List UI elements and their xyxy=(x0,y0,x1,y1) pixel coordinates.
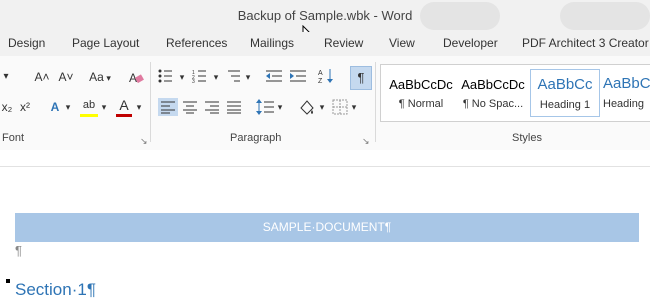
style-sample: AaBbC xyxy=(603,75,650,92)
empty-paragraph-mark[interactable]: ¶ xyxy=(15,243,22,258)
svg-text:3: 3 xyxy=(192,79,195,83)
font-group-label: Font xyxy=(2,132,25,144)
multilevel-list-icon[interactable] xyxy=(226,69,246,83)
increase-indent-icon[interactable] xyxy=(290,69,308,83)
borders-icon[interactable] xyxy=(332,99,348,115)
tab-page-layout[interactable]: Page Layout xyxy=(72,36,139,50)
styles-gallery: AaBbCcDc ¶ Normal AaBbCcDc ¶ No Spac... … xyxy=(380,64,650,122)
style-heading-2[interactable]: AaBbC Heading xyxy=(603,69,650,115)
tab-design[interactable]: Design xyxy=(8,36,45,50)
shrink-font-button[interactable]: A˅ xyxy=(56,68,76,86)
group-separator xyxy=(150,62,151,142)
text-effects-button[interactable]: A xyxy=(48,98,62,116)
font-color-button[interactable]: A xyxy=(116,96,132,114)
style-no-spacing[interactable]: AaBbCcDc ¶ No Spac... xyxy=(459,69,527,115)
clear-formatting-icon[interactable]: A xyxy=(128,70,144,86)
dropdown-arrow-icon[interactable]: ▾ xyxy=(64,98,72,116)
dropdown-arrow-icon: ▾ xyxy=(103,73,111,83)
grow-font-button[interactable]: A˄ xyxy=(32,68,52,86)
change-case-label: Aa xyxy=(89,70,104,84)
svg-text:A: A xyxy=(318,70,323,77)
section-heading[interactable]: Section·1¶ xyxy=(15,280,96,300)
decrease-indent-icon[interactable] xyxy=(266,69,284,83)
style-name: ¶ Normal xyxy=(398,98,444,110)
paragraph-dialog-launcher-icon[interactable]: ↘ xyxy=(362,136,370,147)
dropdown-arrow-icon[interactable]: ▾ xyxy=(178,68,186,86)
ribbon-tabs: Design Page Layout References Mailings R… xyxy=(0,32,650,56)
dropdown-arrow-icon[interactable]: ▾ xyxy=(212,68,220,86)
align-right-icon[interactable] xyxy=(202,98,222,116)
tab-mailings[interactable]: Mailings xyxy=(250,36,294,50)
dropdown-arrow-icon[interactable]: ▾ xyxy=(100,98,108,116)
superscript-button[interactable]: x² xyxy=(18,98,32,116)
line-spacing-icon[interactable] xyxy=(256,98,276,116)
style-sample: AaBbCcDc xyxy=(389,77,453,92)
subscript-button[interactable]: x₂ xyxy=(0,98,14,116)
style-name: ¶ No Spac... xyxy=(462,98,524,110)
tab-references[interactable]: References xyxy=(166,36,227,50)
paragraph-group-label: Paragraph xyxy=(230,132,282,144)
style-normal[interactable]: AaBbCcDc ¶ Normal xyxy=(387,69,455,115)
window-title: Backup of Sample.wbk - Word xyxy=(237,8,413,23)
title-bar: Backup of Sample.wbk - Word xyxy=(0,0,650,42)
align-center-icon[interactable] xyxy=(180,98,200,116)
style-sample: AaBbCcDc xyxy=(461,77,525,92)
numbering-icon[interactable]: 1 2 3 xyxy=(192,69,212,83)
sort-icon[interactable]: A Z xyxy=(318,68,336,84)
dropdown-arrow-icon[interactable]: ▾ xyxy=(350,98,358,116)
ribbon: ▾ A˄ A˅ Aa ▾ A x₂ x² A ▾ ab ▾ A ▾ Font ↘… xyxy=(0,56,650,151)
font-size-dropdown-icon[interactable]: ▾ xyxy=(0,68,12,86)
bullets-icon[interactable] xyxy=(158,69,178,83)
style-heading-1[interactable]: AaBbCc Heading 1 xyxy=(530,69,600,117)
group-separator xyxy=(375,62,376,142)
show-formatting-marks-button[interactable]: ¶ xyxy=(350,66,372,90)
font-color-bar xyxy=(116,114,132,117)
tab-view[interactable]: View xyxy=(389,36,415,50)
justify-icon[interactable] xyxy=(224,98,244,116)
dropdown-arrow-icon[interactable]: ▾ xyxy=(276,98,284,116)
dropdown-arrow-icon[interactable]: ▾ xyxy=(318,98,326,116)
tab-developer[interactable]: Developer xyxy=(443,36,498,50)
highlight-color-bar xyxy=(80,114,98,117)
change-case-button[interactable]: Aa ▾ xyxy=(84,68,116,86)
tab-review[interactable]: Review xyxy=(324,36,363,50)
style-name: Heading 1 xyxy=(539,99,591,111)
document-page[interactable]: SAMPLE·DOCUMENT¶ ¶ Section·1¶ xyxy=(0,167,650,300)
dropdown-arrow-icon[interactable]: ▾ xyxy=(135,98,143,116)
paragraph-marker-icon xyxy=(6,279,10,283)
style-sample: AaBbCc xyxy=(537,76,593,93)
dropdown-arrow-icon[interactable]: ▾ xyxy=(244,68,252,86)
align-left-icon[interactable] xyxy=(158,98,178,116)
document-title-banner[interactable]: SAMPLE·DOCUMENT¶ xyxy=(15,213,639,242)
font-dialog-launcher-icon[interactable]: ↘ xyxy=(140,136,148,147)
styles-group-label: Styles xyxy=(512,132,542,144)
tab-pdf-architect[interactable]: PDF Architect 3 Creator xyxy=(522,36,649,50)
style-name: Heading xyxy=(603,98,644,110)
ruler xyxy=(0,150,650,167)
highlight-button[interactable]: ab xyxy=(80,96,98,114)
shading-icon[interactable] xyxy=(298,98,316,116)
svg-text:Z: Z xyxy=(318,78,323,84)
